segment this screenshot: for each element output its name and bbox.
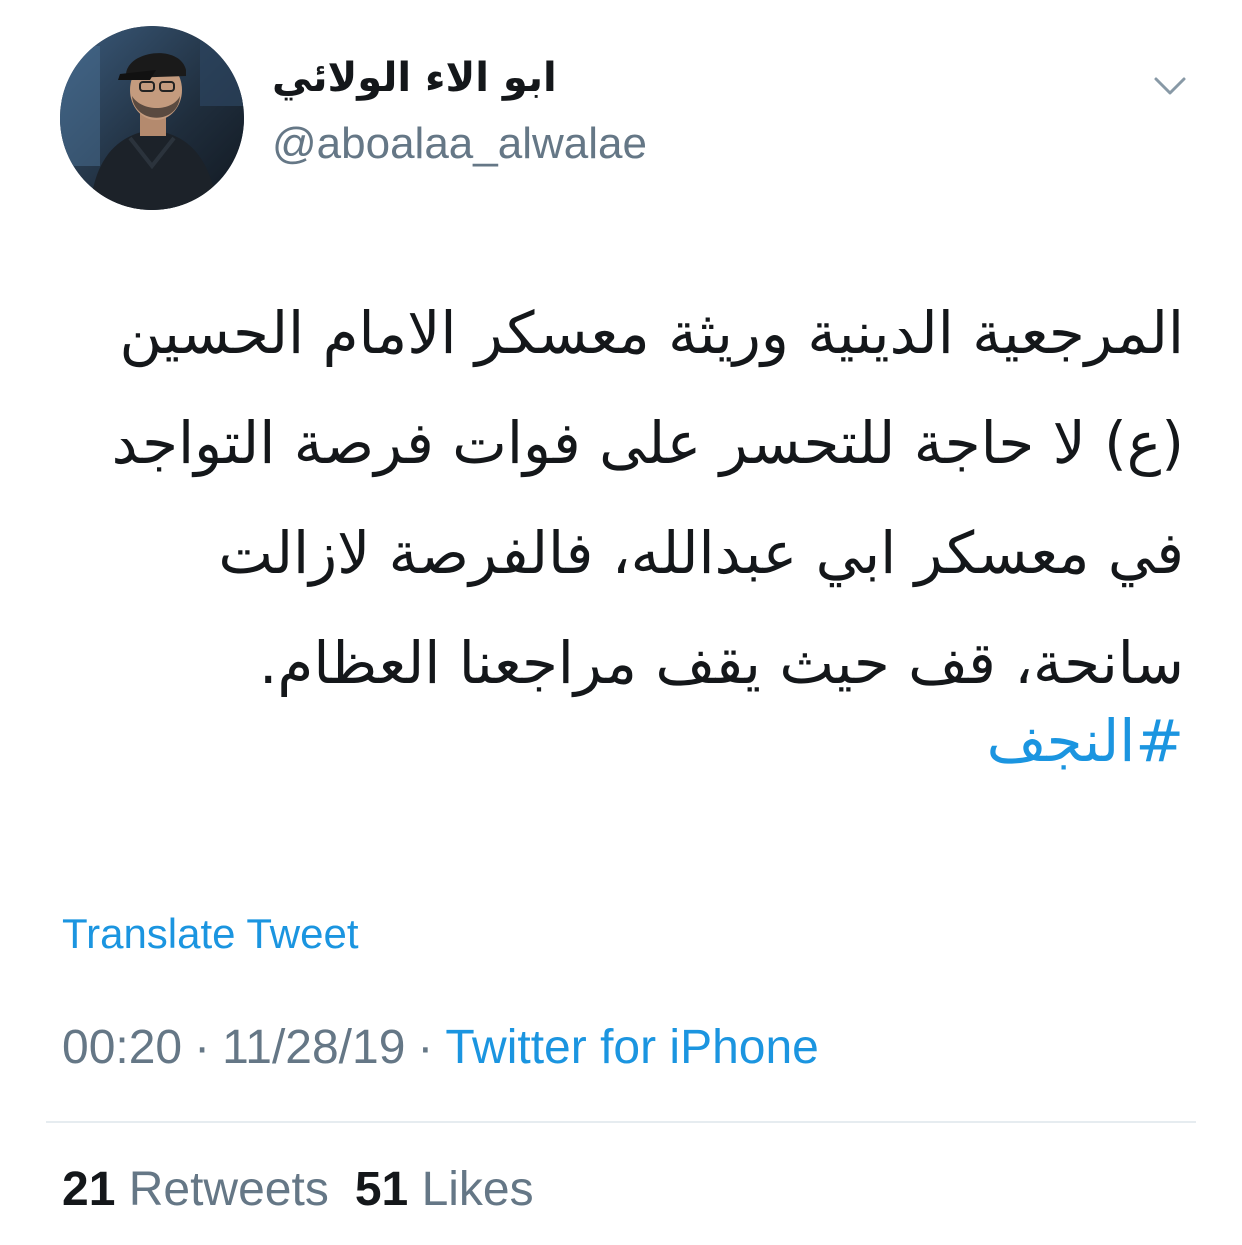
tweet-text: المرجعية الدينية وريثة معسكر الامام الحس… (60, 278, 1184, 718)
tweet-stats: 21 Retweets 51 Likes (62, 1160, 534, 1220)
tweet-line: المرجعية الدينية وريثة معسكر الامام الحس… (119, 299, 1184, 367)
tweet-date: 11/28/19 (222, 1021, 406, 1074)
user-handle[interactable]: @aboalaa_alwalae (272, 116, 647, 172)
retweets-stat[interactable]: 21 Retweets (62, 1163, 329, 1216)
meta-separator: · (417, 1021, 434, 1074)
chevron-down-icon[interactable] (1150, 66, 1190, 106)
likes-label: Likes (421, 1163, 534, 1216)
translate-tweet-link[interactable]: Translate Tweet (62, 906, 358, 962)
retweets-label: Retweets (128, 1163, 329, 1216)
tweet-time: 00:20 (62, 1021, 183, 1074)
avatar[interactable] (60, 26, 244, 210)
profile-photo (60, 26, 244, 210)
tweet-meta: 00:20 · 11/28/19 · Twitter for iPhone (62, 1018, 819, 1078)
likes-count: 51 (354, 1163, 409, 1216)
likes-stat[interactable]: 51 Likes (355, 1163, 534, 1216)
retweets-count: 21 (62, 1163, 116, 1216)
meta-separator: · (194, 1021, 211, 1074)
tweet-line: في معسكر ابي عبدالله، فالفرصة لازالت (218, 519, 1184, 587)
tweet-line: (ع) لا حاجة للتحسر على فوات فرصة التواجد (111, 409, 1184, 477)
divider (46, 1121, 1196, 1123)
display-name[interactable]: ابو الاء الولائي (272, 50, 557, 106)
hashtag-link[interactable]: #النجف (987, 696, 1184, 786)
tweet-source-link[interactable]: Twitter for iPhone (445, 1021, 819, 1074)
